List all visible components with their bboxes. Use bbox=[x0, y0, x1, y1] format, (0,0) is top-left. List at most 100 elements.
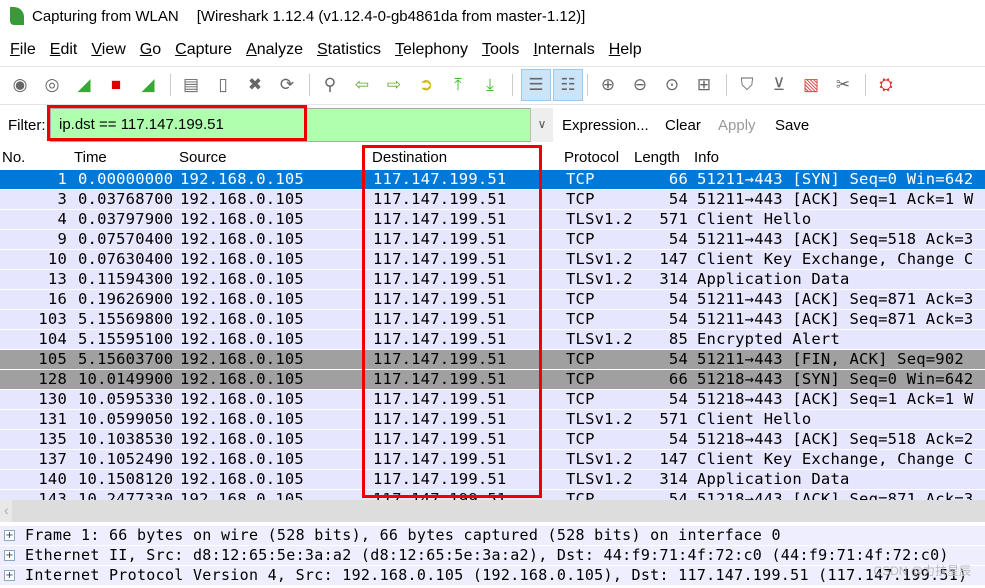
horizontal-scrollbar[interactable]: ‹ bbox=[0, 500, 985, 522]
display-filter-input[interactable]: ip.dst == 117.147.199.51 bbox=[50, 108, 553, 142]
cell-info: 51218→443 [ACK] Seq=871 Ack=3 bbox=[697, 490, 974, 500]
preferences-icon[interactable]: ✂ bbox=[831, 73, 855, 97]
cell-time: 10.0599050 bbox=[78, 410, 174, 428]
expand-icon[interactable]: + bbox=[4, 550, 15, 561]
apply-button[interactable]: Apply bbox=[718, 117, 756, 134]
packet-row[interactable]: 137 10.1052490 192.168.0.105 117.147.199.51… bbox=[0, 450, 985, 469]
title-bar: Capturing from WLAN [Wireshark 1.12.4 (v… bbox=[0, 0, 985, 32]
stop-capture-icon[interactable]: ■ bbox=[104, 73, 128, 97]
cell-dst: 117.147.199.51 bbox=[373, 250, 507, 268]
help-icon[interactable]: ⛭ bbox=[874, 73, 898, 97]
scroll-left-icon[interactable]: ‹ bbox=[4, 502, 9, 518]
menu-telephony[interactable]: Telephony bbox=[395, 41, 468, 59]
packet-row[interactable]: 128 10.0149900 192.168.0.105 117.147.199.51… bbox=[0, 370, 985, 389]
cell-info: Client Hello bbox=[697, 210, 812, 228]
first-packet-icon[interactable]: ⤒ bbox=[446, 73, 470, 97]
cell-info: 51211→443 [FIN, ACK] Seq=902 bbox=[697, 350, 964, 368]
cell-time: 10.1052490 bbox=[78, 450, 174, 468]
packet-row[interactable]: 3 0.03768700 192.168.0.105 117.147.199.51 TC… bbox=[0, 190, 985, 209]
menu-analyze[interactable]: Analyze bbox=[246, 41, 303, 59]
cell-dst: 117.147.199.51 bbox=[373, 290, 507, 308]
filter-toolbar: Filter: ip.dst == 117.147.199.51 ∨ Expre… bbox=[0, 104, 985, 146]
zoom-in-icon[interactable]: ⊕ bbox=[596, 73, 620, 97]
detail-tree-item[interactable]: + Ethernet II, Src: d8:12:65:5e:3a:a2 (d8… bbox=[0, 546, 985, 565]
column-header-length[interactable]: Length bbox=[634, 149, 680, 166]
restart-capture-icon[interactable]: ◢ bbox=[136, 73, 160, 97]
menu-tools[interactable]: Tools bbox=[482, 41, 519, 59]
cell-src: 192.168.0.105 bbox=[180, 470, 304, 488]
packet-row[interactable]: 103 5.15569800 192.168.0.105 117.147.199.51… bbox=[0, 310, 985, 329]
packet-row[interactable]: 143 10.2477330 192.168.0.105 117.147.199.51… bbox=[0, 490, 985, 500]
column-header-info[interactable]: Info bbox=[694, 149, 719, 166]
menu-edit[interactable]: Edit bbox=[50, 41, 78, 59]
column-header-destination[interactable]: Destination bbox=[372, 149, 447, 166]
cell-len: 85 bbox=[668, 330, 688, 348]
capture-filters-icon[interactable]: ⛉ bbox=[735, 73, 759, 97]
cell-time: 5.15595100 bbox=[78, 330, 174, 348]
chevron-down-icon[interactable]: ∨ bbox=[530, 108, 553, 142]
packet-row[interactable]: 9 0.07570400 192.168.0.105 117.147.199.51 TC… bbox=[0, 230, 985, 249]
close-icon[interactable]: ✖ bbox=[243, 73, 267, 97]
last-packet-icon[interactable]: ⤓ bbox=[478, 73, 502, 97]
start-capture-icon[interactable]: ◢ bbox=[72, 73, 96, 97]
expression-button[interactable]: Expression... bbox=[562, 117, 649, 134]
save-icon[interactable]: ▯ bbox=[211, 73, 235, 97]
colorize-icon[interactable]: ☰ bbox=[521, 68, 551, 101]
packet-row[interactable]: 131 10.0599050 192.168.0.105 117.147.199.51… bbox=[0, 410, 985, 429]
coloring-rules-icon[interactable]: ▧ bbox=[799, 73, 823, 97]
packet-row[interactable]: 13 0.11594300 192.168.0.105 117.147.199.51 T… bbox=[0, 270, 985, 289]
packet-row[interactable]: 4 0.03797900 192.168.0.105 117.147.199.51 TL… bbox=[0, 210, 985, 229]
menu-go[interactable]: Go bbox=[140, 41, 161, 59]
forward-icon[interactable]: ⇨ bbox=[382, 73, 406, 97]
goto-icon[interactable]: ➲ bbox=[414, 73, 438, 97]
menu-file[interactable]: File bbox=[10, 41, 36, 59]
packet-row[interactable]: 105 5.15603700 192.168.0.105 117.147.199.51… bbox=[0, 350, 985, 369]
back-icon[interactable]: ⇦ bbox=[350, 73, 374, 97]
cell-proto: TLSv1.2 bbox=[566, 210, 633, 228]
interfaces-icon[interactable]: ◉ bbox=[8, 73, 32, 97]
autoscroll-icon[interactable]: ☷ bbox=[553, 68, 583, 101]
column-header-protocol[interactable]: Protocol bbox=[564, 149, 619, 166]
filter-label: Filter: bbox=[8, 117, 46, 134]
cell-info: 51211→443 [ACK] Seq=518 Ack=3 bbox=[697, 230, 974, 248]
menu-view[interactable]: View bbox=[91, 41, 125, 59]
detail-tree-item[interactable]: + Frame 1: 66 bytes on wire (528 bits), 6… bbox=[0, 526, 985, 545]
cell-len: 314 bbox=[659, 270, 688, 288]
packet-row[interactable]: 130 10.0595330 192.168.0.105 117.147.199.51… bbox=[0, 390, 985, 409]
cell-info: 51211→443 [ACK] Seq=871 Ack=3 bbox=[697, 310, 974, 328]
zoom-normal-icon[interactable]: ⊙ bbox=[660, 73, 684, 97]
cell-dst: 117.147.199.51 bbox=[373, 450, 507, 468]
resize-columns-icon[interactable]: ⊞ bbox=[692, 73, 716, 97]
open-icon[interactable]: ▤ bbox=[179, 73, 203, 97]
expand-icon[interactable]: + bbox=[4, 570, 15, 581]
display-filters-icon[interactable]: ⊻ bbox=[767, 73, 791, 97]
column-header-no[interactable]: No. bbox=[2, 149, 25, 166]
cell-info: 51211→443 [ACK] Seq=1 Ack=1 W bbox=[697, 190, 974, 208]
cell-time: 10.0149900 bbox=[78, 370, 174, 388]
clear-button[interactable]: Clear bbox=[665, 117, 701, 134]
menu-internals[interactable]: Internals bbox=[533, 41, 594, 59]
reload-icon[interactable]: ⟳ bbox=[275, 73, 299, 97]
save-filter-button[interactable]: Save bbox=[775, 117, 809, 134]
expand-icon[interactable]: + bbox=[4, 530, 15, 541]
cell-time: 10.2477330 bbox=[78, 490, 174, 500]
options-icon[interactable]: ◎ bbox=[40, 73, 64, 97]
menu-help[interactable]: Help bbox=[609, 41, 642, 59]
menu-capture[interactable]: Capture bbox=[175, 41, 232, 59]
packet-row[interactable]: 10 0.07630400 192.168.0.105 117.147.199.51 T… bbox=[0, 250, 985, 269]
detail-tree-item[interactable]: + Internet Protocol Version 4, Src: 192.1… bbox=[0, 566, 985, 585]
scrollbar-thumb[interactable] bbox=[12, 500, 985, 522]
packet-row[interactable]: 1 0.00000000 192.168.0.105 117.147.199.51 TC… bbox=[0, 170, 985, 189]
find-icon[interactable]: ⚲ bbox=[318, 73, 342, 97]
cell-src: 192.168.0.105 bbox=[180, 170, 304, 188]
column-header-time[interactable]: Time bbox=[74, 149, 107, 166]
packet-row[interactable]: 140 10.1508120 192.168.0.105 117.147.199.51… bbox=[0, 470, 985, 489]
packet-row[interactable]: 104 5.15595100 192.168.0.105 117.147.199.51… bbox=[0, 330, 985, 349]
cell-info: Client Key Exchange, Change C bbox=[697, 450, 974, 468]
zoom-out-icon[interactable]: ⊖ bbox=[628, 73, 652, 97]
column-header-source[interactable]: Source bbox=[179, 149, 227, 166]
cell-proto: TCP bbox=[566, 430, 595, 448]
packet-row[interactable]: 135 10.1038530 192.168.0.105 117.147.199.51… bbox=[0, 430, 985, 449]
menu-statistics[interactable]: Statistics bbox=[317, 41, 381, 59]
packet-row[interactable]: 16 0.19626900 192.168.0.105 117.147.199.51 T… bbox=[0, 290, 985, 309]
